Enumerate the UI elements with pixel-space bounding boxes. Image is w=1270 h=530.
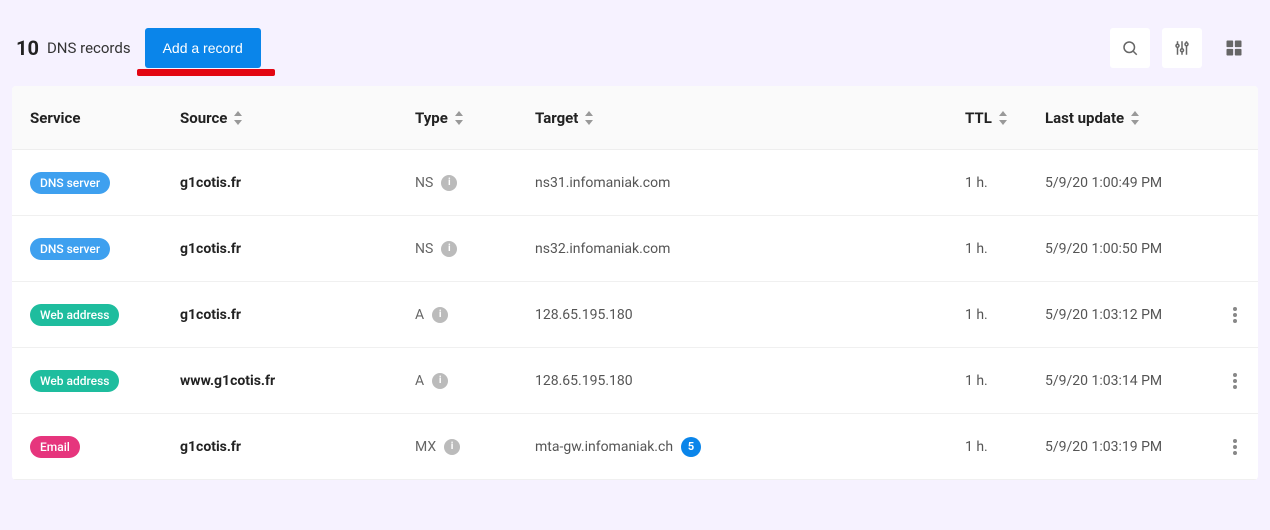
page-header: 10 DNS records Add a record	[0, 0, 1270, 86]
col-target[interactable]: Target	[535, 109, 965, 127]
service-badge: Web address	[30, 304, 119, 326]
target-cell: ns32.infomaniak.com	[535, 241, 965, 257]
col-last-update[interactable]: Last update	[1045, 109, 1215, 127]
source-cell: g1cotis.fr	[180, 241, 415, 257]
table-header: Service Source Type Target TTL	[12, 86, 1258, 150]
table-row[interactable]: Email g1cotis.frMX i mta-gw.infomaniak.ch 5 1…	[12, 414, 1258, 480]
col-ttl[interactable]: TTL	[965, 109, 1045, 127]
records-table: Service Source Type Target TTL	[12, 86, 1258, 480]
service-cell: Web address	[30, 370, 180, 392]
source-cell: g1cotis.fr	[180, 307, 415, 323]
sliders-icon	[1173, 39, 1191, 57]
sort-icon	[1130, 111, 1140, 125]
sort-icon	[233, 111, 243, 125]
ttl-cell: 1 h.	[965, 175, 1045, 191]
ttl-cell: 1 h.	[965, 241, 1045, 257]
row-actions-button[interactable]	[1215, 373, 1255, 389]
service-badge: DNS server	[30, 238, 110, 260]
kebab-icon	[1233, 307, 1237, 323]
service-badge: DNS server	[30, 172, 110, 194]
info-icon[interactable]: i	[432, 307, 448, 323]
type-value: NS	[415, 241, 433, 257]
table-row[interactable]: DNS server g1cotis.frNS i ns32.infomaniak.c…	[12, 216, 1258, 282]
col-target-label: Target	[535, 109, 578, 127]
type-cell: NS i	[415, 241, 535, 257]
last-update-cell: 5/9/20 1:00:50 PM	[1045, 241, 1215, 257]
ttl-cell: 1 h.	[965, 439, 1045, 455]
target-value: 128.65.195.180	[535, 373, 633, 389]
source-cell: www.g1cotis.fr	[180, 373, 415, 389]
service-cell: DNS server	[30, 172, 180, 194]
search-icon	[1121, 39, 1139, 57]
type-value: A	[415, 373, 424, 389]
ttl-cell: 1 h.	[965, 373, 1045, 389]
grid-view-button[interactable]	[1214, 28, 1254, 68]
target-cell: mta-gw.infomaniak.ch 5	[535, 437, 965, 457]
kebab-icon	[1233, 373, 1237, 389]
service-badge: Web address	[30, 370, 119, 392]
kebab-icon	[1233, 439, 1237, 455]
col-type-label: Type	[415, 109, 448, 127]
priority-badge: 5	[681, 437, 701, 457]
col-service: Service	[30, 109, 180, 127]
info-icon[interactable]: i	[432, 373, 448, 389]
type-value: A	[415, 307, 424, 323]
row-actions-button[interactable]	[1215, 439, 1255, 455]
sort-icon	[998, 111, 1008, 125]
info-icon[interactable]: i	[444, 439, 460, 455]
add-record-button[interactable]: Add a record	[145, 28, 261, 68]
target-value: mta-gw.infomaniak.ch	[535, 439, 673, 455]
table-row[interactable]: Web addresswww.g1cotis.frAi128.65.195.18…	[12, 348, 1258, 414]
target-cell: 128.65.195.180	[535, 373, 965, 389]
type-value: NS	[415, 175, 433, 191]
target-cell: ns31.infomaniak.com	[535, 175, 965, 191]
target-value: 128.65.195.180	[535, 307, 633, 323]
col-ttl-label: TTL	[965, 109, 992, 127]
last-update-cell: 5/9/20 1:00:49 PM	[1045, 175, 1215, 191]
last-update-cell: 5/9/20 1:03:14 PM	[1045, 373, 1215, 389]
record-count: 10	[16, 36, 39, 60]
col-last-update-label: Last update	[1045, 109, 1124, 127]
col-service-label: Service	[30, 109, 80, 127]
col-type[interactable]: Type	[415, 109, 535, 127]
service-cell: Email	[30, 436, 180, 458]
info-icon[interactable]: i	[441, 175, 457, 191]
target-value: ns32.infomaniak.com	[535, 241, 670, 257]
table-row[interactable]: Web addressg1cotis.frAi128.65.195.1801 h…	[12, 282, 1258, 348]
filter-button[interactable]	[1162, 28, 1202, 68]
search-button[interactable]	[1110, 28, 1150, 68]
page-title: DNS records	[47, 39, 131, 57]
grid-icon	[1224, 38, 1244, 58]
sort-icon	[584, 111, 594, 125]
service-cell: DNS server	[30, 238, 180, 260]
col-source[interactable]: Source	[180, 109, 415, 127]
info-icon[interactable]: i	[441, 241, 457, 257]
table-row[interactable]: DNS server g1cotis.frNS i ns31.infomaniak.c…	[12, 150, 1258, 216]
last-update-cell: 5/9/20 1:03:12 PM	[1045, 307, 1215, 323]
ttl-cell: 1 h.	[965, 307, 1045, 323]
type-value: MX	[415, 439, 436, 455]
source-cell: g1cotis.fr	[180, 439, 415, 455]
target-cell: 128.65.195.180	[535, 307, 965, 323]
last-update-cell: 5/9/20 1:03:19 PM	[1045, 439, 1215, 455]
source-cell: g1cotis.fr	[180, 175, 415, 191]
type-cell: NS i	[415, 175, 535, 191]
target-value: ns31.infomaniak.com	[535, 175, 670, 191]
service-badge: Email	[30, 436, 80, 458]
col-source-label: Source	[180, 109, 227, 127]
add-record-wrap: Add a record	[145, 28, 261, 68]
type-cell: Ai	[415, 373, 535, 389]
highlight-underline	[137, 69, 275, 76]
type-cell: MX i	[415, 439, 535, 455]
service-cell: Web address	[30, 304, 180, 326]
row-actions-button[interactable]	[1215, 307, 1255, 323]
table-body: DNS serverg1cotis.frNSins31.infomaniak.c…	[12, 150, 1258, 480]
sort-icon	[454, 111, 464, 125]
type-cell: Ai	[415, 307, 535, 323]
